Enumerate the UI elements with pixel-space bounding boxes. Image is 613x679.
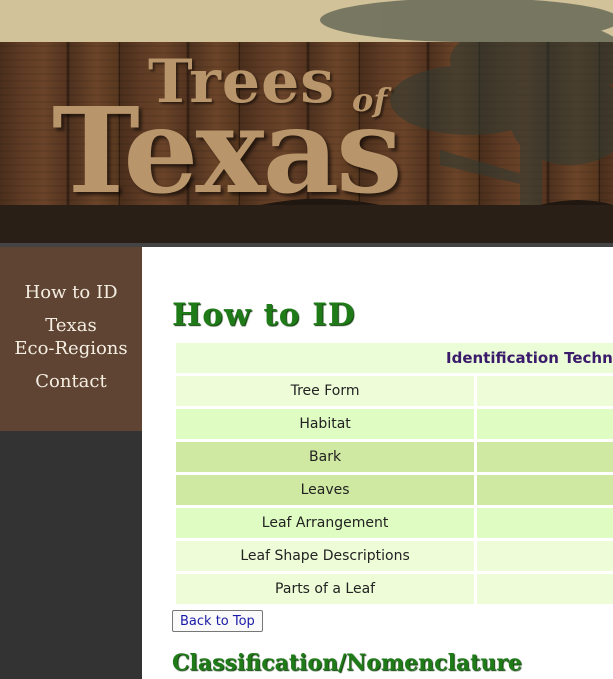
section-title-classification: Classification/Nomenclature — [172, 650, 522, 676]
row-link-parts-of-a-leaf[interactable]: Parts of a Leaf — [176, 574, 475, 604]
nav-link-eco-regions[interactable]: Texas Eco-Regions — [0, 314, 142, 360]
nav-link-eco-regions-line1: Texas — [45, 315, 97, 336]
row-link-leaf-arrangement[interactable]: Leaf Arrangement — [176, 508, 475, 538]
table-row: Parts of a Leaf — [176, 574, 613, 604]
row-cell-extra — [477, 574, 613, 604]
row-link-tree-form[interactable]: Tree Form — [176, 376, 475, 406]
page-title: How to ID — [172, 297, 356, 333]
row-cell-extra — [477, 508, 613, 538]
nav-link-eco-regions-line2: Eco-Regions — [14, 338, 128, 359]
site-banner: Trees of Texas — [0, 0, 613, 243]
table-row: Habitat — [176, 409, 613, 439]
row-link-leaf-shape-descriptions[interactable]: Leaf Shape Descriptions — [176, 541, 475, 571]
row-cell-extra — [477, 442, 613, 472]
row-link-habitat[interactable]: Habitat — [176, 409, 475, 439]
table-row: Leaf Arrangement — [176, 508, 613, 538]
table-row: Leaf Shape Descriptions — [176, 541, 613, 571]
nav-link-how-to-id[interactable]: How to ID — [0, 281, 142, 304]
identification-table: Identification Techni Tree Form Habitat … — [173, 340, 613, 607]
row-cell-extra — [477, 409, 613, 439]
back-to-top-button[interactable]: Back to Top — [172, 610, 263, 632]
main-content: How to ID Identification Techni Tree For… — [142, 247, 613, 679]
table-row: Tree Form — [176, 376, 613, 406]
row-link-bark[interactable]: Bark — [176, 442, 475, 472]
table-caption: Identification Techni — [176, 343, 613, 373]
row-cell-extra — [477, 541, 613, 571]
table-row: Leaves — [176, 475, 613, 505]
row-link-leaves[interactable]: Leaves — [176, 475, 475, 505]
table-row: Bark — [176, 442, 613, 472]
row-cell-extra — [477, 376, 613, 406]
sidebar-nav: How to ID Texas Eco-Regions Contact — [0, 247, 142, 431]
nav-link-contact[interactable]: Contact — [0, 370, 142, 393]
row-cell-extra — [477, 475, 613, 505]
logo-texas-text: Texas — [52, 81, 403, 220]
